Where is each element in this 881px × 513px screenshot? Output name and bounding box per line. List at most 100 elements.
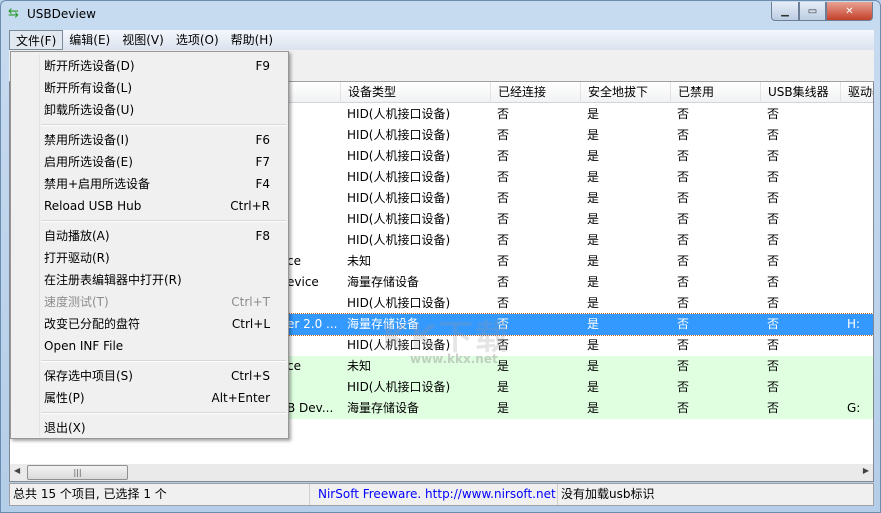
cell-disabled: 否 xyxy=(677,107,690,121)
cell-connected: 是 xyxy=(497,401,510,415)
cell-safe: 是 xyxy=(587,359,600,373)
menu-item-shortcut: F6 xyxy=(255,133,270,147)
col-header[interactable]: 已经连接 xyxy=(490,82,580,103)
cell-type: 未知 xyxy=(347,254,372,268)
menu-item[interactable]: 断开所有设备(L) xyxy=(13,77,286,99)
menu-item[interactable]: 断开所选设备(D) F9 xyxy=(13,55,286,77)
status-bar: 总共 15 个项目, 已选择 1 个 NirSoft Freeware. htt… xyxy=(9,483,874,506)
menu-item[interactable]: 禁用所选设备(I) F6 xyxy=(13,129,286,151)
menu-item[interactable]: 禁用+启用所选设备 F4 xyxy=(13,173,286,195)
cell-disabled: 否 xyxy=(677,191,690,205)
menu-item[interactable]: 改变已分配的盘符 Ctrl+L xyxy=(13,313,286,335)
menu-item-shortcut: Ctrl+T xyxy=(231,295,270,309)
cell-type: HID(人机接口设备) xyxy=(347,380,451,394)
menu-item[interactable]: 退出(X) xyxy=(13,417,286,439)
menu-item[interactable]: 卸载所选设备(U) xyxy=(13,99,286,121)
menu-item-label: 自动播放(A) xyxy=(44,229,110,243)
menu-item[interactable]: 启用所选设备(E) F7 xyxy=(13,151,286,173)
cell-connected: 否 xyxy=(497,212,510,226)
menu-item-label: 在注册表编辑器中打开(R) xyxy=(44,273,182,287)
scroll-right-icon[interactable]: ▶ xyxy=(863,466,869,475)
cell-hub: 否 xyxy=(767,296,780,310)
col-header[interactable]: 已禁用 xyxy=(670,82,760,103)
nirsoft-link[interactable]: NirSoft Freeware. http://www.nirsoft.net xyxy=(310,484,558,505)
col-header[interactable]: 安全地拔下 xyxy=(580,82,670,103)
menu-item-label: 禁用+启用所选设备 xyxy=(44,177,151,191)
menu-2[interactable]: 视图(V) xyxy=(116,30,170,50)
cell-hub: 否 xyxy=(767,254,780,268)
cell-connected: 是 xyxy=(497,380,510,394)
cell-safe: 是 xyxy=(587,380,600,394)
menu-item-shortcut: Ctrl+S xyxy=(230,369,270,383)
menu-item-label: 属性(P) xyxy=(44,391,85,405)
cell-safe: 是 xyxy=(587,233,600,247)
cell-safe: 是 xyxy=(587,254,600,268)
cell-disabled: 否 xyxy=(677,128,690,142)
cell-hub: 否 xyxy=(767,128,780,142)
menu-item[interactable]: 打开驱动(R) xyxy=(13,247,286,269)
cell-disabled: 否 xyxy=(677,317,690,331)
menu-item-shortcut: F7 xyxy=(255,155,270,169)
menu-item[interactable]: Open INF File xyxy=(13,335,286,357)
menu-item[interactable]: Reload USB Hub Ctrl+R xyxy=(13,195,286,217)
menu-3[interactable]: 选项(O) xyxy=(170,30,225,50)
cell-type: HID(人机接口设备) xyxy=(347,191,451,205)
cell-disabled: 否 xyxy=(677,401,690,415)
cell-connected: 是 xyxy=(497,359,510,373)
menu-item-shortcut: Alt+Enter xyxy=(211,391,270,405)
cell-hub: 否 xyxy=(767,212,780,226)
scroll-thumb[interactable]: ||| xyxy=(27,465,128,480)
cell-hub: 否 xyxy=(767,191,780,205)
menu-item[interactable]: 属性(P) Alt+Enter xyxy=(13,387,286,409)
horizontal-scrollbar[interactable]: ◀ ||| ▶ xyxy=(9,464,874,482)
cell-disabled: 否 xyxy=(677,296,690,310)
menu-0[interactable]: 文件(F) xyxy=(9,30,64,50)
menu-item-label: 退出(X) xyxy=(44,421,86,435)
menu-item-label: 禁用所选设备(I) xyxy=(44,133,129,147)
cell-safe: 是 xyxy=(587,338,600,352)
cell-hub: 否 xyxy=(767,275,780,289)
cell-disabled: 否 xyxy=(677,170,690,184)
col-header[interactable]: USB集线器 xyxy=(760,82,840,103)
cell-hub: 否 xyxy=(767,401,780,415)
cell-safe: 是 xyxy=(587,317,600,331)
menu-item-label: 断开所有设备(L) xyxy=(44,81,133,95)
menu-4[interactable]: 帮助(H) xyxy=(225,30,279,50)
menu-separator xyxy=(41,220,286,222)
cell-disabled: 否 xyxy=(677,338,690,352)
cell-safe: 是 xyxy=(587,128,600,142)
col-header[interactable]: 设备类型 xyxy=(340,82,490,103)
menu-item[interactable]: 在注册表编辑器中打开(R) xyxy=(13,269,286,291)
menu-item-label: Reload USB Hub xyxy=(44,199,142,213)
cell-hub: 否 xyxy=(767,317,780,331)
menu-item-shortcut: Ctrl+R xyxy=(230,199,270,213)
cell-name: ce xyxy=(287,359,301,373)
cell-connected: 否 xyxy=(497,107,510,121)
cell-connected: 否 xyxy=(497,170,510,184)
scroll-left-icon[interactable]: ◀ xyxy=(14,466,20,475)
app-window: ⇆ USBDeview ▁ ▭ ✕ 文件(F) 编辑(E) 视图(V) 选项(O) 帮助… xyxy=(0,0,881,513)
menu-item[interactable]: 自动播放(A) F8 xyxy=(13,225,286,247)
menu-item-label: 改变已分配的盘符 xyxy=(44,317,141,331)
window-title: USBDeview xyxy=(27,7,96,21)
cell-disabled: 否 xyxy=(677,149,690,163)
minimize-button[interactable]: ▁ xyxy=(771,2,799,21)
maximize-button[interactable]: ▭ xyxy=(799,2,826,21)
cell-name: ce xyxy=(287,254,301,268)
cell-connected: 否 xyxy=(497,191,510,205)
cell-name: evice xyxy=(287,275,319,289)
cell-type: 海量存储设备 xyxy=(347,401,420,415)
menu-separator xyxy=(41,360,286,362)
cell-hub: 否 xyxy=(767,380,780,394)
cell-name: er 2.0 ... xyxy=(287,317,338,331)
menu-item-label: 启用所选设备(E) xyxy=(44,155,133,169)
close-button[interactable]: ✕ xyxy=(826,2,873,21)
menu-1[interactable]: 编辑(E) xyxy=(63,30,116,50)
menubar: 文件(F) 编辑(E) 视图(V) 选项(O) 帮助(H) xyxy=(9,30,874,50)
cell-connected: 否 xyxy=(497,149,510,163)
cell-type: HID(人机接口设备) xyxy=(347,170,451,184)
col-header[interactable]: 驱动器 xyxy=(840,82,873,103)
menu-item: 速度测试(T) Ctrl+T xyxy=(13,291,286,313)
menu-item[interactable]: 保存选中项目(S) Ctrl+S xyxy=(13,365,286,387)
menu-item-label: 保存选中项目(S) xyxy=(44,369,133,383)
